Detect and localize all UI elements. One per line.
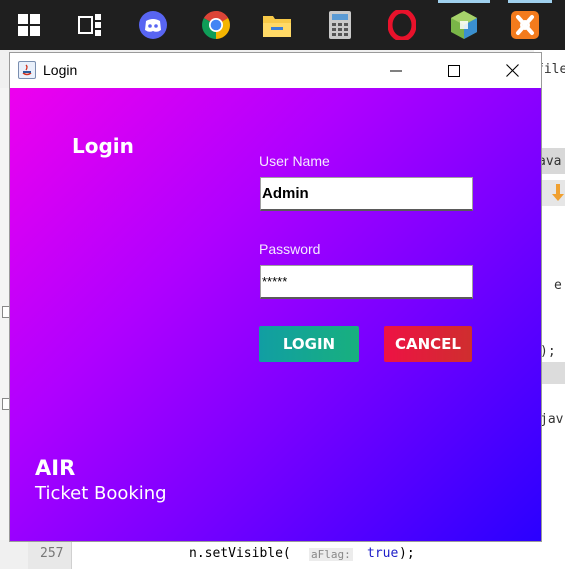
taskbar-active-indicator xyxy=(438,0,490,3)
windows-start-icon[interactable] xyxy=(12,8,46,42)
taskbar xyxy=(0,0,565,50)
login-panel: Login User Name Password LOGIN CANCEL AI… xyxy=(10,88,541,541)
window-title: Login xyxy=(43,62,78,78)
xampp-icon[interactable] xyxy=(508,8,542,42)
ide-fragment: e xyxy=(554,278,562,293)
calculator-icon[interactable] xyxy=(323,8,357,42)
code-line: n.setVisible( aFlag: true ); xyxy=(72,540,534,569)
cancel-button[interactable]: CANCEL xyxy=(384,326,472,362)
code-keyword: true xyxy=(367,546,399,561)
discord-icon[interactable] xyxy=(136,8,170,42)
parameter-hint: aFlag: xyxy=(309,548,353,561)
password-label: Password xyxy=(259,241,321,257)
task-view-icon[interactable] xyxy=(73,8,107,42)
ide-left-edge xyxy=(0,88,10,540)
chrome-icon[interactable] xyxy=(199,8,233,42)
code-text: ); xyxy=(399,546,415,561)
maximize-button[interactable] xyxy=(425,53,483,88)
virtualbox-icon[interactable] xyxy=(447,8,481,42)
line-number-gutter: 257 xyxy=(28,540,72,569)
file-explorer-icon[interactable] xyxy=(260,8,294,42)
brand-subtitle: Ticket Booking xyxy=(35,483,167,504)
code-text: n.setVisible( xyxy=(189,546,291,561)
java-app-icon xyxy=(18,61,36,79)
ide-fragment: jav xyxy=(540,412,564,427)
brand-title: AIR xyxy=(35,456,76,480)
close-button[interactable] xyxy=(483,53,541,88)
title-bar[interactable]: Login xyxy=(10,53,541,88)
password-input[interactable] xyxy=(260,265,473,299)
ide-fragment: ); xyxy=(540,344,556,359)
login-button[interactable]: LOGIN xyxy=(259,326,359,362)
opera-icon[interactable] xyxy=(385,8,419,42)
minimize-icon xyxy=(390,70,402,71)
close-icon xyxy=(505,64,519,77)
username-label: User Name xyxy=(259,153,330,169)
minimize-button[interactable] xyxy=(367,53,425,88)
line-number: 257 xyxy=(40,546,64,561)
taskbar-active-indicator xyxy=(508,0,552,3)
login-window: Login Login User Name Password LOGIN CAN… xyxy=(9,52,542,542)
username-input[interactable] xyxy=(260,177,473,211)
maximize-icon xyxy=(448,64,460,77)
login-heading: Login xyxy=(72,134,134,158)
